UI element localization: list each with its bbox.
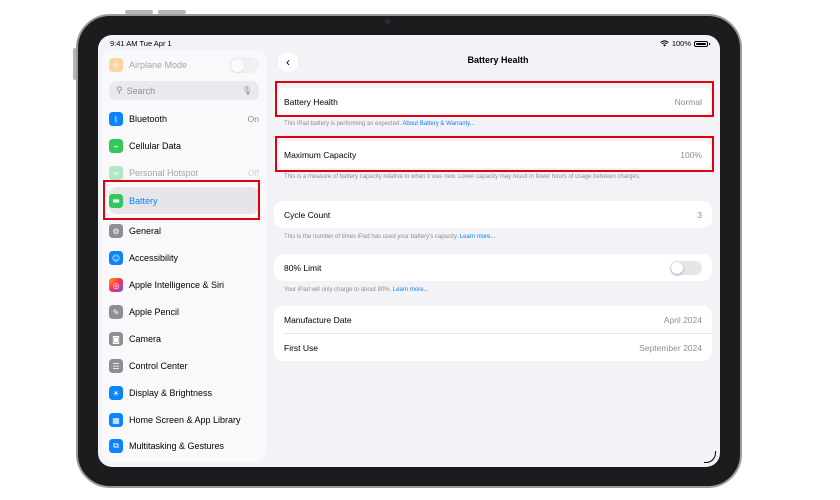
limit-card: 80% Limit [274, 254, 712, 281]
corner-indicator [704, 451, 716, 463]
cycle-count-value: 3 [697, 209, 702, 220]
siri-icon: ◎ [109, 278, 123, 292]
note-text: Your iPad will only charge to about 80%. [284, 287, 392, 293]
sidebar-item-label: Apple Intelligence & Siri [129, 280, 225, 290]
sidebar-item-airplane-mode[interactable]: ✈ Airplane Mode [109, 53, 259, 77]
note-text: This is the number of times iPad has use… [284, 234, 459, 240]
battery-percent: 100% [671, 39, 691, 48]
back-button[interactable]: ‹ [278, 52, 298, 72]
control-center-icon: ☰ [109, 359, 123, 373]
learn-more-link[interactable]: Learn more... [393, 287, 429, 293]
sidebar-item-cellular-data[interactable]: ⌁ Cellular Data [109, 134, 259, 158]
highlight-max-capacity [275, 136, 714, 172]
sidebar-item-label: Camera [129, 334, 162, 344]
limit-note: Your iPad will only charge to about 80%.… [284, 286, 704, 294]
manufacture-value: April 2024 [663, 314, 702, 325]
note-text: This iPad battery is performing as expec… [284, 121, 402, 127]
antenna-icon: ⌁ [109, 139, 123, 153]
sidebar-item-label: Bluetooth [129, 114, 168, 124]
sidebar-item-label: Display & Brightness [129, 388, 213, 398]
cycle-count-card: Cycle Count 3 [274, 201, 712, 228]
sidebar-item-label: Personal Hotspot [129, 168, 199, 178]
about-battery-link[interactable]: About Battery & Warranty... [402, 121, 474, 127]
sidebar-item-home-screen[interactable]: ▦ Home Screen & App Library [109, 408, 259, 432]
accessibility-icon: ☺ [109, 251, 123, 265]
sidebar-item-apple-pencil[interactable]: ✎ Apple Pencil [109, 300, 259, 324]
highlight-battery-health [275, 81, 714, 117]
sidebar-item-camera[interactable]: ◙ Camera [109, 327, 259, 351]
cycle-count-note: This is the number of times iPad has use… [284, 233, 704, 241]
sidebar-item-label: Apple Pencil [129, 307, 180, 317]
search-input[interactable]: Search [127, 86, 242, 96]
sidebar-item-value: On [247, 114, 259, 124]
sidebar-item-label: Cellular Data [129, 141, 182, 151]
sidebar-item-label: Airplane Mode [129, 60, 188, 70]
sidebar-item-general[interactable]: ⚙ General [109, 219, 259, 243]
camera-icon: ◙ [109, 332, 123, 346]
sidebar-item-label: Home Screen & App Library [129, 415, 241, 425]
sidebar-item-accessibility[interactable]: ☺ Accessibility [109, 246, 259, 270]
sidebar-item-label: Accessibility [129, 253, 179, 263]
dates-card: Manufacture Date April 2024 First Use Se… [274, 306, 712, 361]
battery-health-note: This iPad battery is performing as expec… [284, 120, 704, 128]
wifi-icon [660, 40, 669, 47]
manufacture-label: Manufacture Date [284, 314, 352, 325]
airplane-icon: ✈ [109, 58, 123, 72]
sidebar-item-apple-intelligence-siri[interactable]: ◎ Apple Intelligence & Siri [109, 273, 259, 297]
sidebar-item-label: General [129, 226, 162, 236]
sidebar-item-display-brightness[interactable]: ☀ Display & Brightness [109, 381, 259, 405]
bluetooth-icon: ᛒ [109, 112, 123, 126]
search-field[interactable]: ⚲ Search 🎙 [109, 81, 259, 100]
camera-dot [385, 19, 390, 24]
sidebar-item-value: Off [247, 168, 259, 178]
status-time: 9:41 AM Tue Apr 1 [110, 39, 172, 48]
pencil-icon: ✎ [109, 305, 123, 319]
max-capacity-note: This is a measure of battery capacity re… [284, 174, 641, 180]
multitasking-icon: ⧉ [109, 439, 123, 453]
first-use-value: September 2024 [639, 342, 702, 353]
sidebar-item-label: Control Center [129, 361, 188, 371]
limit-row: 80% Limit [274, 254, 712, 281]
learn-more-link[interactable]: Learn more... [460, 234, 496, 240]
cycle-count-row: Cycle Count 3 [274, 201, 712, 228]
manufacture-row: Manufacture Date April 2024 [274, 306, 712, 333]
microphone-icon[interactable]: 🎙 [242, 86, 252, 95]
page-title: Battery Health [467, 55, 529, 65]
chevron-left-icon: ‹ [286, 55, 290, 69]
sidebar-item-multitasking[interactable]: ⧉ Multitasking & Gestures [109, 434, 259, 458]
airplane-mode-toggle[interactable] [229, 57, 259, 73]
limit-toggle[interactable] [670, 260, 702, 275]
sidebar-item-bluetooth[interactable]: ᛒ Bluetooth On [109, 107, 259, 131]
first-use-label: First Use [284, 342, 318, 353]
link-icon: ∞ [109, 166, 123, 180]
gear-icon: ⚙ [109, 224, 123, 238]
sun-icon: ☀ [109, 386, 123, 400]
home-screen-icon: ▦ [109, 413, 123, 427]
first-use-row: First Use September 2024 [274, 334, 712, 361]
sidebar-item-control-center[interactable]: ☰ Control Center [109, 354, 259, 378]
status-battery-icon [694, 40, 710, 47]
status-indicators: 100% [660, 39, 710, 48]
settings-sidebar: ✈ Airplane Mode ⚲ Search 🎙 ᛒ Bluetooth O… [101, 50, 267, 463]
limit-label: 80% Limit [284, 262, 322, 273]
search-icon: ⚲ [116, 85, 123, 95]
highlight-battery-sidebar [103, 180, 260, 220]
sidebar-item-label: Multitasking & Gestures [129, 441, 225, 451]
cycle-count-label: Cycle Count [284, 209, 331, 220]
